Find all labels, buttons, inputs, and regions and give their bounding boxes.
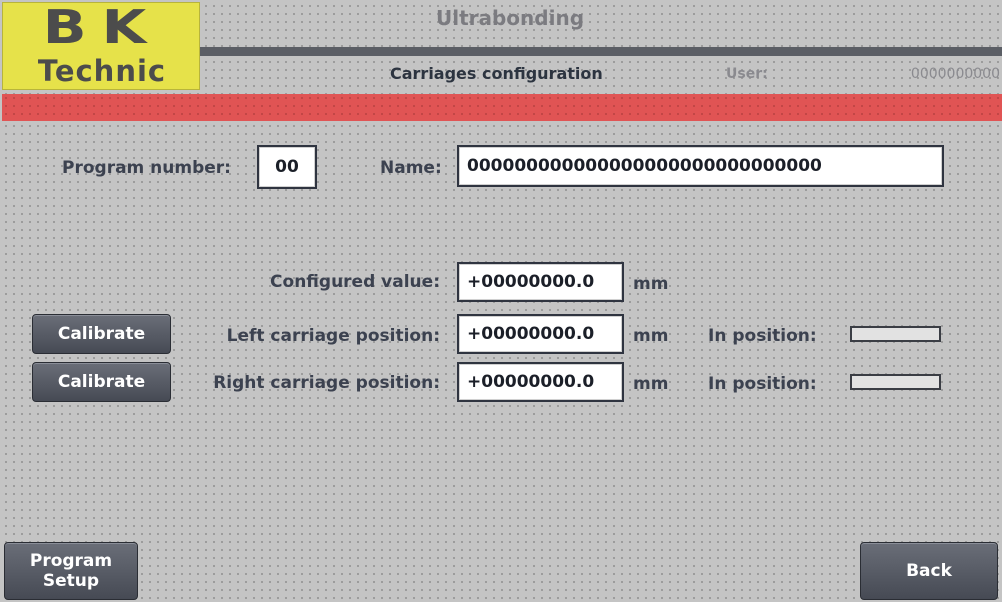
program-name-label: Name:	[380, 158, 442, 178]
user-value: 0000000000	[910, 66, 1000, 82]
program-name-field[interactable]: 000000000000000000000000000000	[457, 145, 944, 187]
page-title: Carriages configuration	[390, 64, 603, 83]
logo-bk-text: BK	[42, 0, 162, 54]
left-carriage-position-field: +00000000.0	[457, 314, 624, 354]
user-label: User:	[726, 66, 768, 82]
right-carriage-unit: mm	[633, 374, 669, 394]
back-button[interactable]: Back	[860, 542, 998, 600]
right-carriage-position-field: +00000000.0	[457, 362, 624, 402]
right-in-position-indicator	[850, 374, 941, 390]
program-setup-label-line1: Program	[29, 551, 113, 571]
header-divider	[200, 47, 1002, 56]
configured-value-unit: mm	[633, 274, 669, 294]
alarm-bar	[2, 94, 1002, 121]
right-carriage-position-label: Right carriage position:	[213, 373, 440, 393]
program-number-field[interactable]: 00	[257, 145, 317, 189]
right-in-position-label: In position:	[708, 374, 817, 394]
logo-technic-text: Technic	[37, 54, 167, 88]
left-carriage-unit: mm	[633, 326, 669, 346]
left-carriage-position-label: Left carriage position:	[226, 326, 440, 346]
calibrate-right-button[interactable]: Calibrate	[32, 362, 171, 402]
left-in-position-label: In position:	[708, 326, 817, 346]
program-setup-button[interactable]: Program Setup	[4, 542, 138, 600]
calibrate-left-button[interactable]: Calibrate	[32, 314, 171, 354]
program-number-label: Program number:	[62, 158, 231, 178]
left-in-position-indicator	[850, 326, 941, 342]
company-logo: BK Technic	[2, 2, 200, 90]
configured-value-label: Configured value:	[270, 272, 440, 292]
app-title: Ultrabonding	[435, 6, 585, 30]
configured-value-field[interactable]: +00000000.0	[457, 262, 624, 302]
program-setup-label-line2: Setup	[42, 571, 100, 591]
